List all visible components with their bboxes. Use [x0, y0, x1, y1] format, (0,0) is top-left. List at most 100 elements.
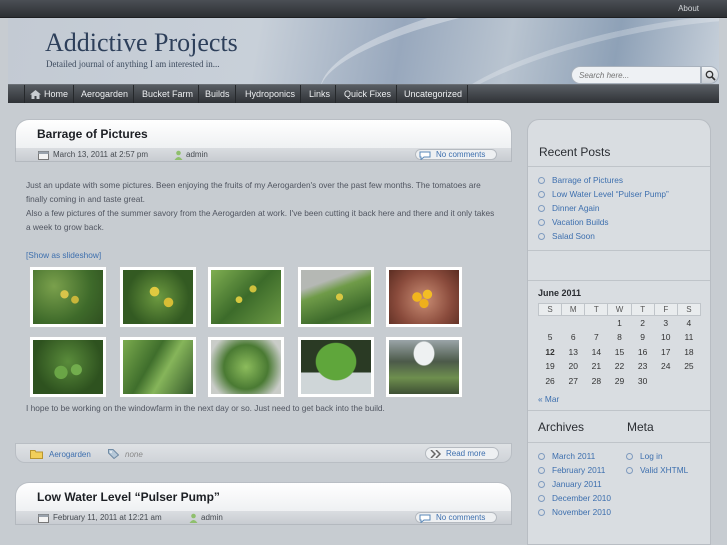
gallery-thumbnail[interactable]	[207, 336, 285, 398]
list-item[interactable]: November 2010	[538, 505, 620, 519]
recent-post-link[interactable]: Low Water Level “Pulser Pump”	[552, 189, 669, 199]
gallery-thumbnail[interactable]	[29, 336, 107, 398]
gallery-thumbnail[interactable]	[385, 266, 463, 328]
list-item[interactable]: December 2010	[538, 491, 620, 505]
read-more-button[interactable]: Read more	[425, 447, 499, 460]
post-author[interactable]: admin	[201, 513, 223, 522]
calendar-day: 21	[591, 361, 602, 372]
calendar-day: 12	[545, 346, 555, 357]
circle-bullet-icon	[538, 219, 545, 226]
post-tags: none	[125, 450, 143, 459]
comments-link[interactable]: No comments	[415, 149, 497, 160]
meta-title: Meta	[627, 420, 654, 434]
nav-item-aerogarden[interactable]: Aerogarden	[76, 85, 135, 103]
circle-bullet-icon	[538, 233, 545, 240]
calendar-day: 23	[637, 361, 648, 372]
calendar-day: 7	[593, 332, 599, 343]
read-more-label: Read more	[446, 449, 486, 458]
meta-link[interactable]: Log in	[640, 451, 663, 461]
weekday-header: W	[607, 303, 632, 316]
user-icon	[174, 150, 183, 160]
calendar-day: 20	[568, 361, 578, 372]
nav-item-hydroponics[interactable]: Hydroponics	[240, 85, 302, 103]
list-item[interactable]: Valid XHTML	[626, 463, 706, 477]
calendar-day: 9	[640, 332, 645, 343]
gallery-thumbnail[interactable]	[119, 266, 197, 328]
circle-bullet-icon	[538, 205, 545, 212]
divider	[528, 280, 710, 281]
list-item[interactable]: January 2011	[538, 477, 620, 491]
list-item[interactable]: Vacation Builds	[538, 215, 669, 229]
gallery-thumbnail[interactable]	[297, 266, 375, 328]
calendar-day: 22	[614, 361, 625, 372]
post-title[interactable]: Barrage of Pictures	[37, 127, 148, 141]
calendar-empty-day	[677, 374, 700, 389]
list-item[interactable]: Barrage of Pictures	[538, 173, 669, 187]
search-button[interactable]	[701, 66, 719, 84]
calendar-day: 13	[568, 346, 578, 357]
nav-item-builds[interactable]: Builds	[200, 85, 236, 103]
about-link[interactable]: About	[678, 4, 699, 13]
recent-post-link[interactable]: Salad Soon	[552, 231, 595, 241]
list-item[interactable]: February 2011	[538, 463, 620, 477]
weekday-header: M	[561, 303, 586, 316]
post-meta: March 13, 2011 at 2:57 pm admin No comme…	[15, 148, 512, 162]
post-title-box: Low Water Level “Pulser Pump”	[15, 482, 512, 512]
post-footer: Aerogarden none Read more	[15, 443, 512, 463]
search-input[interactable]	[571, 66, 701, 84]
gallery-thumbnail[interactable]	[297, 336, 375, 398]
double-chevron-right-icon	[430, 450, 442, 458]
calendar-day: 17	[661, 346, 671, 357]
slideshow-link[interactable]: [Show as slideshow]	[26, 250, 101, 260]
gallery-thumbnail[interactable]	[29, 266, 107, 328]
recent-post-link[interactable]: Vacation Builds	[552, 217, 609, 227]
nav-item-links[interactable]: Links	[304, 85, 337, 103]
calendar-day: 14	[591, 346, 602, 357]
comments-link[interactable]: No comments	[415, 512, 497, 523]
meta-list: Log in Valid XHTML	[626, 449, 706, 477]
gallery-thumbnail[interactable]	[119, 336, 197, 398]
calendar-day: 2	[640, 318, 645, 328]
recent-post-link[interactable]: Barrage of Pictures	[552, 175, 623, 185]
calendar-day: 3	[663, 318, 669, 328]
folder-icon	[30, 450, 43, 459]
archive-link[interactable]: December 2010	[552, 493, 611, 503]
circle-bullet-icon	[538, 191, 545, 198]
meta-link[interactable]: Valid XHTML	[640, 465, 688, 475]
calendar-body: 1 2 3 4 5 6 7 8 9 10 11 12 13 14 15 16 17 18 19 20 21 22 23 24 2…	[539, 316, 701, 389]
post-author[interactable]: admin	[186, 150, 208, 159]
list-item[interactable]: Salad Soon	[538, 229, 669, 243]
nav-item-uncategorized[interactable]: Uncategorized	[399, 85, 469, 103]
nav-item-quick-fixes[interactable]: Quick Fixes	[339, 85, 398, 103]
archive-link[interactable]: November 2010	[552, 507, 611, 517]
site-header: Addictive Projects Detailed journal of a…	[8, 18, 719, 85]
archive-link[interactable]: January 2011	[552, 479, 602, 489]
divider	[528, 250, 710, 251]
category-link[interactable]: Aerogarden	[49, 450, 91, 459]
list-item[interactable]: Low Water Level “Pulser Pump”	[538, 187, 669, 201]
calendar-prev-link[interactable]: « Mar	[538, 394, 559, 404]
list-item[interactable]: Dinner Again	[538, 201, 669, 215]
nav-item-bucket-farm[interactable]: Bucket Farm	[137, 85, 200, 103]
recent-post-link[interactable]: Dinner Again	[552, 203, 600, 213]
divider	[528, 442, 710, 443]
post-title-box: Barrage of Pictures	[15, 119, 512, 149]
post-title[interactable]: Low Water Level “Pulser Pump”	[37, 490, 220, 504]
list-item[interactable]: Log in	[626, 449, 706, 463]
calendar-title: June 2011	[538, 288, 582, 298]
archive-link[interactable]: March 2011	[552, 451, 595, 461]
gallery-thumbnail[interactable]	[385, 336, 463, 398]
gallery-thumbnail[interactable]	[207, 266, 285, 328]
comment-icon	[419, 151, 431, 160]
list-item[interactable]: March 2011	[538, 449, 620, 463]
sidebar: Recent Posts Barrage of Pictures Low Wat…	[527, 119, 711, 545]
calendar-day: 24	[661, 361, 671, 372]
calendar-day: 6	[570, 332, 576, 343]
user-icon	[189, 513, 198, 523]
calendar-empty-day	[654, 374, 677, 389]
site-title[interactable]: Addictive Projects	[45, 28, 238, 58]
tag-icon	[108, 449, 119, 459]
archive-link[interactable]: February 2011	[552, 465, 605, 475]
nav-item-home[interactable]: Home	[24, 85, 75, 103]
circle-bullet-icon	[538, 481, 545, 488]
